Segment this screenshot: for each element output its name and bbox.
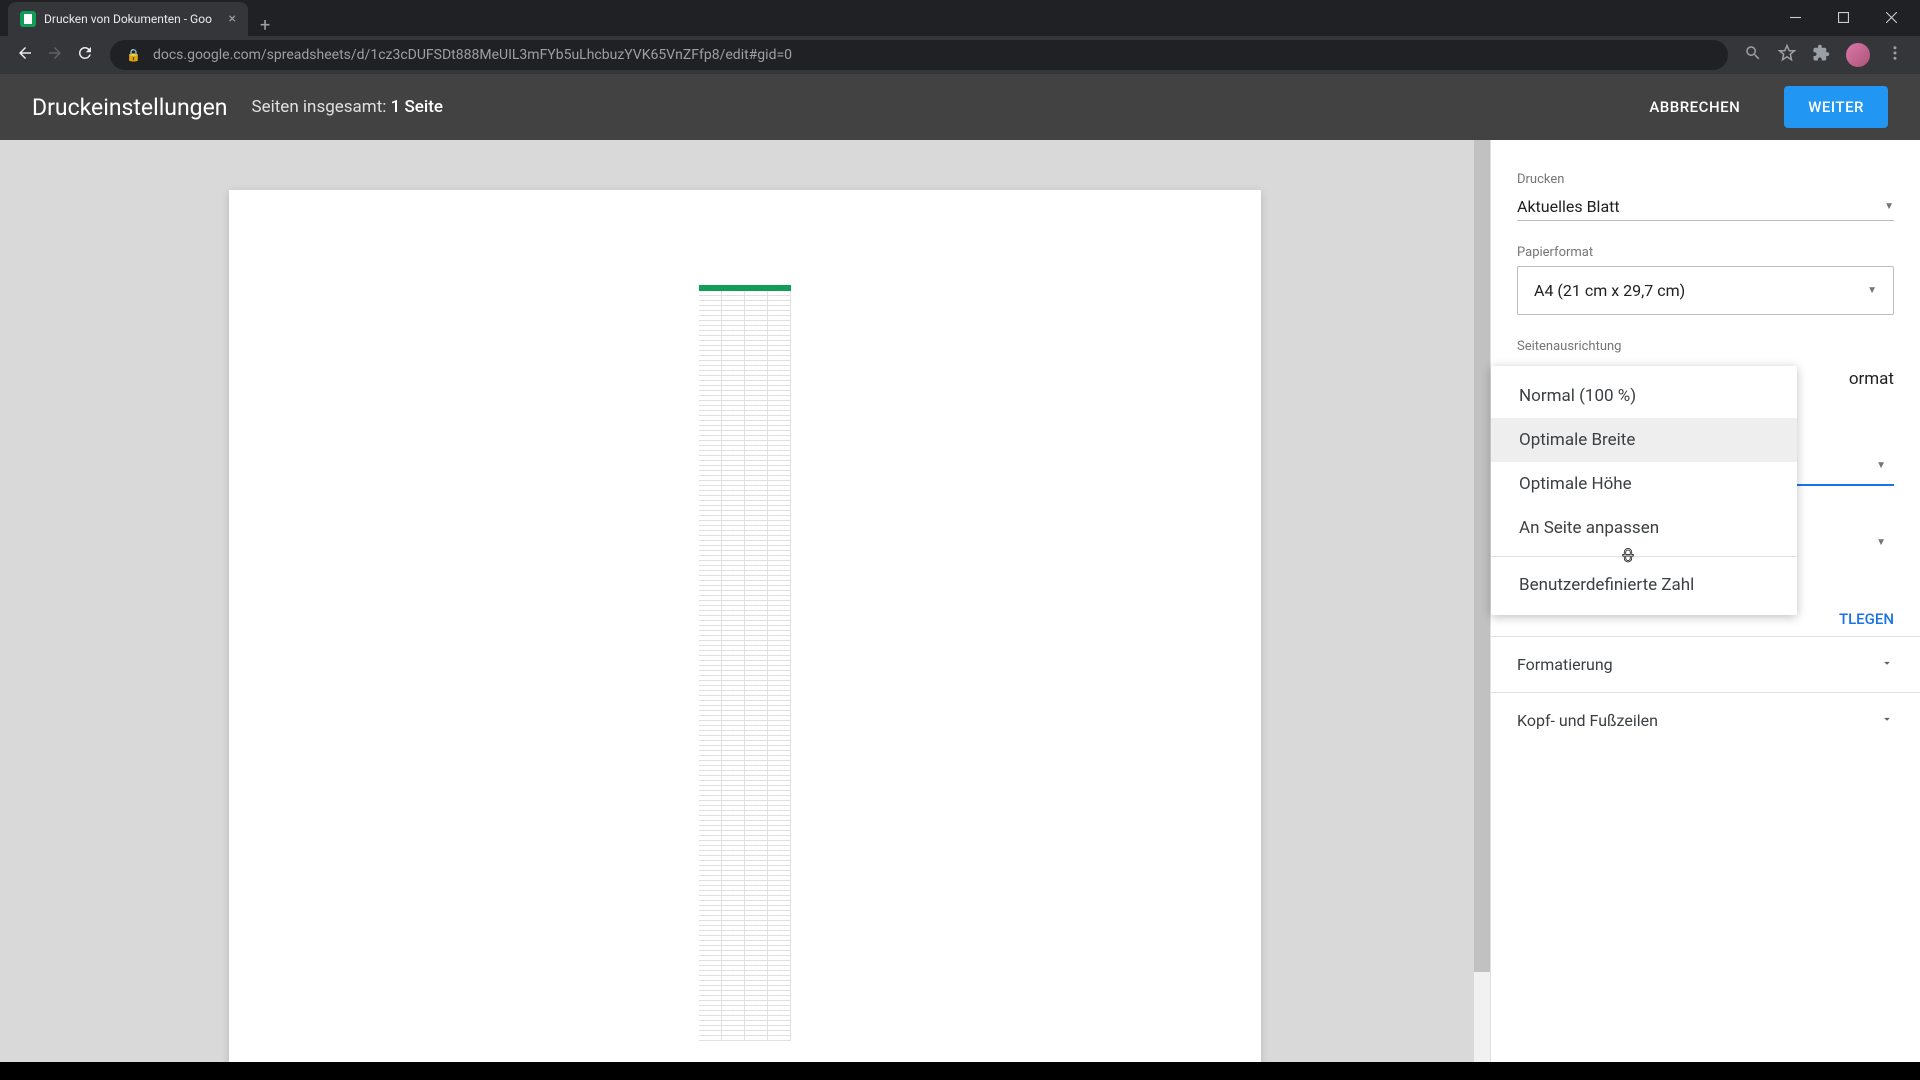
chevron-down-icon: ▼ — [1867, 285, 1877, 296]
print-settings-header: Druckeinstellungen Seiten insgesamt: 1 S… — [0, 74, 1920, 140]
paper-format-label: Papierformat — [1517, 245, 1894, 260]
bookmark-icon[interactable] — [1778, 44, 1796, 66]
chevron-down-icon: ▼ — [1884, 201, 1894, 212]
print-settings-sidebar: Drucken Aktuelles Blatt ▼ Papierformat A… — [1490, 140, 1920, 1064]
chevron-down-icon — [1880, 655, 1894, 674]
window-minimize-button[interactable] — [1772, 2, 1818, 32]
url-text: docs.google.com/spreadsheets/d/1cz3cDUFS… — [153, 47, 792, 63]
scale-dropdown-menu: Normal (100 %) Optimale Breite Optimale … — [1491, 366, 1797, 615]
scale-option-normal[interactable]: Normal (100 %) — [1491, 374, 1797, 418]
scale-option-fit-page[interactable]: An Seite anpassen — [1491, 506, 1797, 550]
new-tab-button[interactable]: + — [248, 15, 282, 36]
print-target-label: Drucken — [1517, 172, 1894, 187]
tab-title: Drucken von Dokumenten - Goo — [44, 12, 212, 26]
sheet-content-preview: ········································… — [699, 285, 791, 1041]
menu-icon[interactable] — [1886, 44, 1904, 66]
scale-option-fit-width[interactable]: Optimale Breite — [1491, 418, 1797, 462]
next-button[interactable]: WEITER — [1784, 86, 1888, 128]
chevron-down-icon — [1880, 711, 1894, 730]
close-tab-icon[interactable]: × — [229, 11, 236, 27]
profile-avatar[interactable] — [1846, 43, 1870, 67]
zoom-icon[interactable] — [1744, 44, 1762, 66]
chevron-down-icon: ▼ — [1876, 460, 1886, 471]
formatting-section[interactable]: Formatierung — [1491, 636, 1920, 692]
print-preview: ········································… — [0, 140, 1490, 1064]
extensions-icon[interactable] — [1812, 44, 1830, 66]
chevron-down-icon: ▼ — [1876, 537, 1886, 548]
reload-button[interactable] — [76, 44, 94, 66]
cancel-button[interactable]: ABBRECHEN — [1629, 88, 1760, 126]
paper-format-select[interactable]: A4 (21 cm x 29,7 cm) ▼ — [1517, 266, 1894, 315]
browser-tab[interactable]: Drucken von Dokumenten - Goo × — [8, 2, 248, 36]
forward-button[interactable] — [46, 44, 64, 66]
url-input[interactable]: 🔒 docs.google.com/spreadsheets/d/1cz3cDU… — [110, 40, 1728, 70]
page-count: Seiten insgesamt: 1 Seite — [252, 97, 444, 117]
orientation-label: Seitenausrichtung — [1517, 339, 1894, 354]
sheets-favicon-icon — [20, 11, 36, 27]
browser-tabstrip: Drucken von Dokumenten - Goo × + — [0, 0, 1920, 36]
print-target-select[interactable]: Aktuelles Blatt ▼ — [1517, 193, 1894, 221]
window-close-button[interactable] — [1868, 2, 1914, 32]
window-maximize-button[interactable] — [1820, 2, 1866, 32]
browser-addressbar: 🔒 docs.google.com/spreadsheets/d/1cz3cDU… — [0, 36, 1920, 74]
scale-option-custom[interactable]: Benutzerdefinierte Zahl — [1491, 563, 1797, 607]
bottom-bar — [0, 1062, 1920, 1080]
headers-footers-section[interactable]: Kopf- und Fußzeilen — [1491, 692, 1920, 748]
page-title: Druckeinstellungen — [32, 94, 228, 121]
lock-icon: 🔒 — [126, 48, 141, 62]
scale-option-fit-height[interactable]: Optimale Höhe — [1491, 462, 1797, 506]
preview-scrollbar[interactable] — [1474, 140, 1490, 1064]
back-button[interactable] — [16, 44, 34, 66]
preview-page: ········································… — [229, 190, 1261, 1064]
